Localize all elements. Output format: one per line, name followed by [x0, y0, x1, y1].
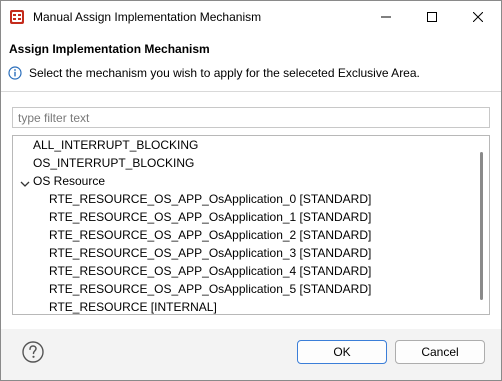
filter-input[interactable] — [12, 107, 490, 128]
dialog-message: Select the mechanism you wish to apply f… — [29, 66, 420, 80]
scrollbar-thumb[interactable] — [480, 152, 483, 300]
tree-item-all-interrupt-blocking[interactable]: ALL_INTERRUPT_BLOCKING — [33, 136, 198, 154]
tree-scrollbar[interactable] — [475, 136, 489, 314]
tree-item-rte-resource-internal[interactable]: RTE_RESOURCE [INTERNAL] — [49, 298, 217, 314]
tree-item-resource-app-1[interactable]: RTE_RESOURCE_OS_APP_OsApplication_1 [STA… — [49, 208, 371, 226]
mechanism-tree[interactable]: ALL_INTERRUPT_BLOCKING OS_INTERRUPT_BLOC… — [12, 135, 490, 315]
app-icon — [9, 9, 25, 25]
dialog-content: ALL_INTERRUPT_BLOCKING OS_INTERRUPT_BLOC… — [1, 92, 501, 329]
minimize-button[interactable] — [363, 1, 409, 33]
ok-button[interactable]: OK — [297, 340, 387, 364]
tree-item-resource-app-5[interactable]: RTE_RESOURCE_OS_APP_OsApplication_5 [STA… — [49, 280, 371, 298]
tree-item-resource-app-3[interactable]: RTE_RESOURCE_OS_APP_OsApplication_3 [STA… — [49, 244, 371, 262]
tree-item-os-interrupt-blocking[interactable]: OS_INTERRUPT_BLOCKING — [33, 154, 194, 172]
info-icon — [8, 66, 22, 80]
dialog-footer: OK Cancel — [1, 329, 501, 380]
minimize-icon — [381, 16, 391, 18]
help-icon[interactable] — [21, 340, 45, 364]
title-bar[interactable]: Manual Assign Implementation Mechanism — [1, 1, 501, 33]
maximize-icon — [427, 12, 437, 22]
maximize-button[interactable] — [409, 1, 455, 33]
dialog-heading: Assign Implementation Mechanism — [9, 42, 210, 56]
tree-item-resource-app-2[interactable]: RTE_RESOURCE_OS_APP_OsApplication_2 [STA… — [49, 226, 371, 244]
window-title: Manual Assign Implementation Mechanism — [33, 10, 262, 24]
close-icon — [473, 12, 483, 22]
tree-item-resource-app-4[interactable]: RTE_RESOURCE_OS_APP_OsApplication_4 [STA… — [49, 262, 371, 280]
chevron-down-icon[interactable] — [19, 178, 31, 190]
dialog-window: Manual Assign Implementation Mechanism A… — [0, 0, 502, 381]
close-button[interactable] — [455, 1, 501, 33]
dialog-header: Assign Implementation Mechanism Select t… — [1, 33, 501, 91]
cancel-button[interactable]: Cancel — [395, 340, 485, 364]
tree-item-resource-app-0[interactable]: RTE_RESOURCE_OS_APP_OsApplication_0 [STA… — [49, 190, 371, 208]
tree-item-os-resource[interactable]: OS Resource — [33, 172, 105, 190]
